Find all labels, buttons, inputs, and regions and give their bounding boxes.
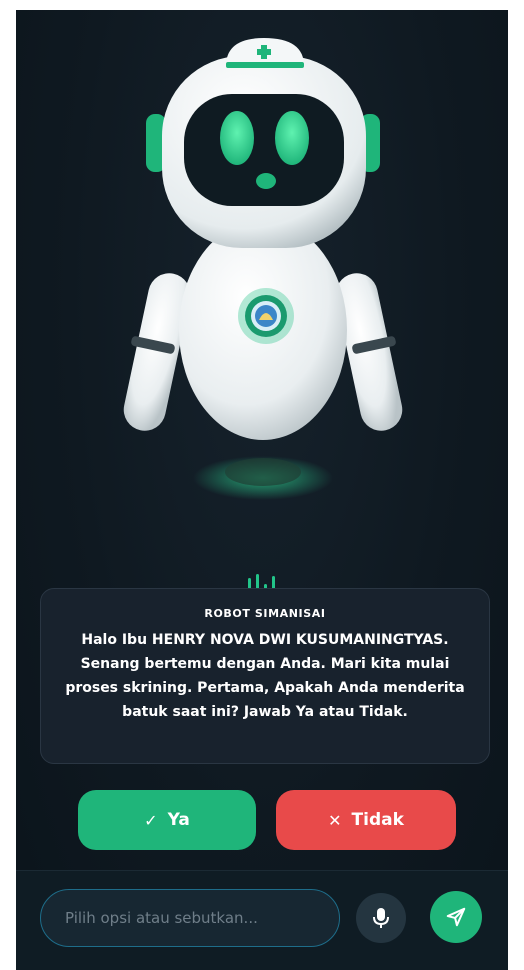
message-text: Halo Ibu HENRY NOVA DWI KUSUMANINGTYAS. … xyxy=(65,632,465,720)
no-label: Tidak xyxy=(351,810,404,830)
yes-button[interactable]: ✓ Ya xyxy=(78,790,256,850)
message-card: ROBOT SIMANISAI Halo Ibu HENRY NOVA DWI … xyxy=(40,588,490,764)
hover-base xyxy=(225,458,301,486)
yes-label: Ya xyxy=(167,810,190,830)
medical-cross-icon xyxy=(226,38,304,68)
send-icon xyxy=(446,907,466,927)
right-eye xyxy=(275,111,309,165)
message-input[interactable] xyxy=(40,889,340,947)
microphone-icon xyxy=(373,908,389,928)
composer-bar xyxy=(16,870,508,970)
emblem-icon xyxy=(238,288,294,344)
speaker-name: ROBOT SIMANISAI xyxy=(204,607,326,620)
chat-screen: ROBOT SIMANISAI Halo Ibu HENRY NOVA DWI … xyxy=(16,10,508,970)
no-button[interactable]: ✕ Tidak xyxy=(276,790,456,850)
send-button[interactable] xyxy=(430,891,482,943)
microphone-button[interactable] xyxy=(356,893,406,943)
left-eye xyxy=(220,111,254,165)
mouth xyxy=(256,173,276,189)
close-icon: ✕ xyxy=(328,810,342,830)
robot-head xyxy=(146,56,380,248)
robot-illustration xyxy=(123,38,403,500)
check-icon: ✓ xyxy=(144,810,158,830)
